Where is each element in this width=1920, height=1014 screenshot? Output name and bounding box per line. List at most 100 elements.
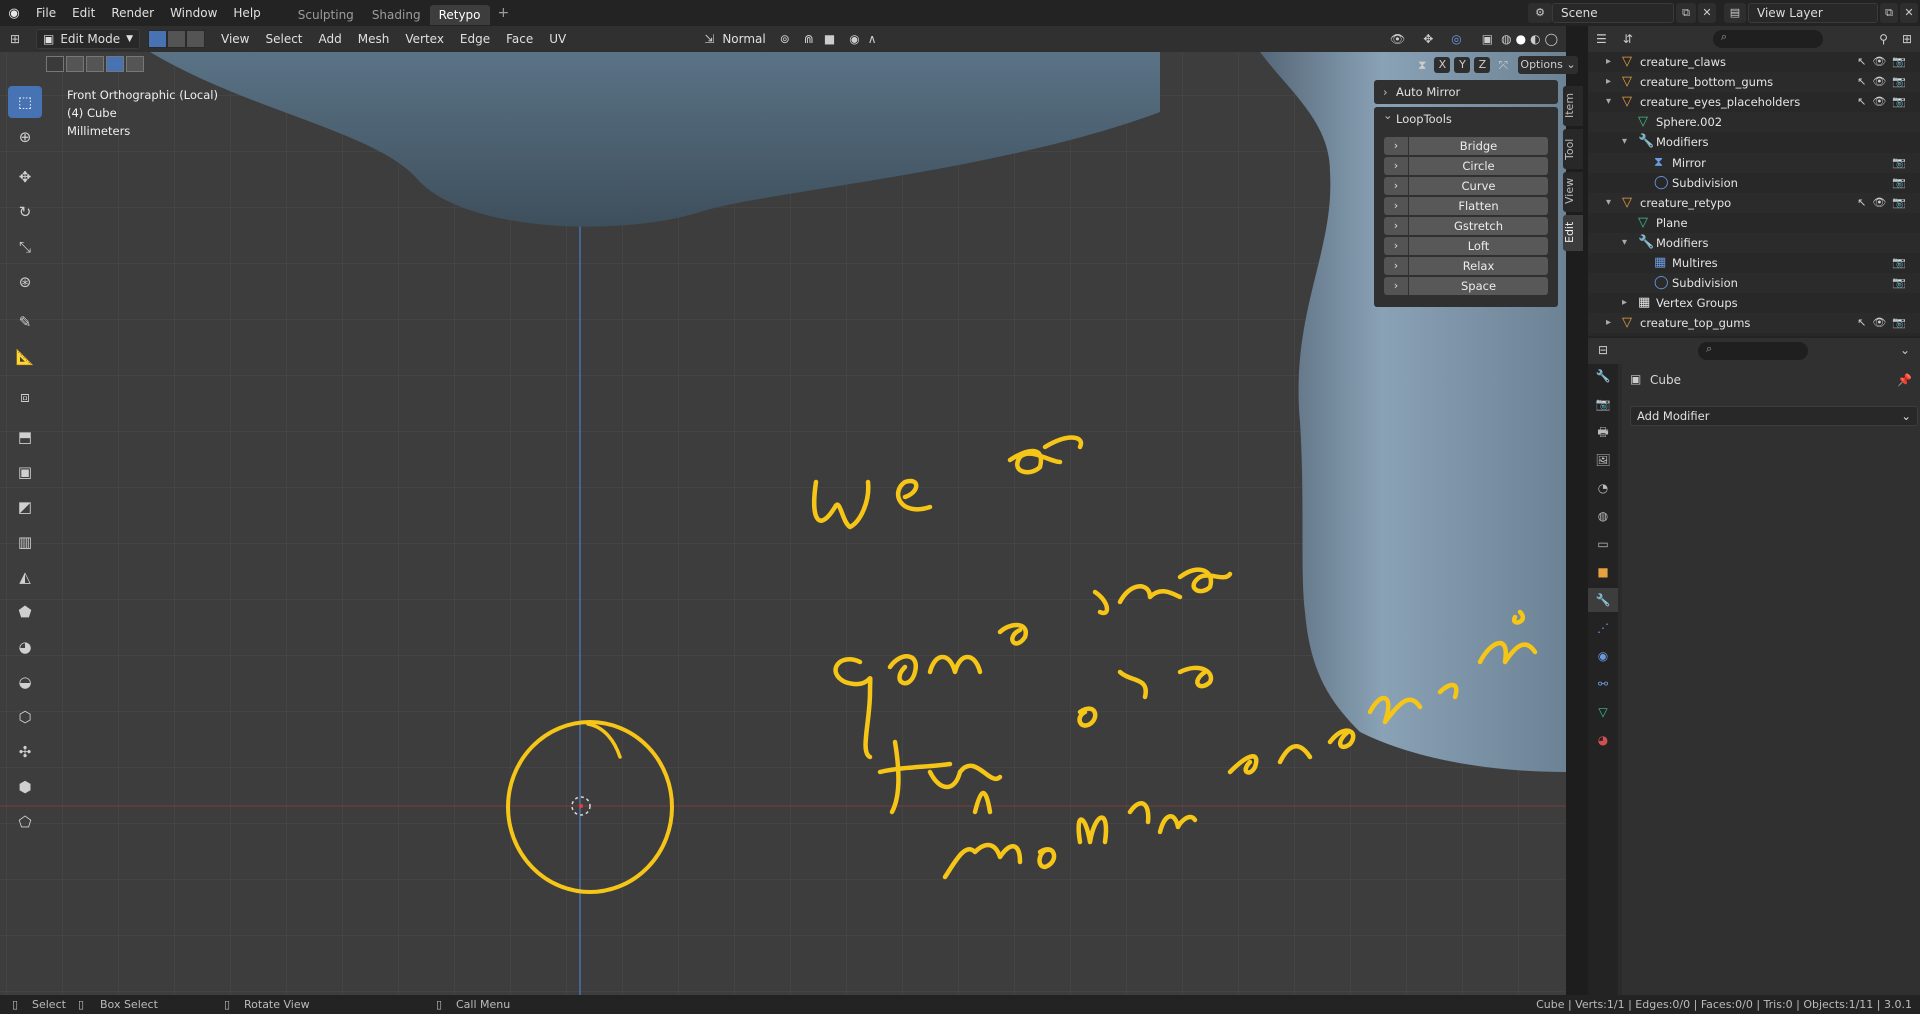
- outliner-row[interactable]: ▦ Multires 📷: [1588, 253, 1920, 273]
- overlay-icon[interactable]: ◎: [1451, 32, 1461, 46]
- looptools-curve[interactable]: › Curve: [1384, 177, 1548, 195]
- snap-target-icon[interactable]: ■: [824, 32, 835, 46]
- circle-button[interactable]: Circle: [1409, 157, 1548, 175]
- axis-y-toggle[interactable]: Y: [1454, 57, 1471, 73]
- expand-toggle-icon[interactable]: ▸: [1622, 293, 1627, 313]
- chevron-right-icon[interactable]: ›: [1384, 177, 1408, 195]
- menu-vertex[interactable]: Vertex: [397, 26, 452, 52]
- new-view-layer-icon[interactable]: ⧉: [1880, 3, 1898, 23]
- menu-select[interactable]: Select: [257, 26, 310, 52]
- looptools-bridge[interactable]: › Bridge: [1384, 137, 1548, 155]
- cursor-tool-icon[interactable]: ⊕: [8, 121, 42, 153]
- options-dropdown[interactable]: Options ⌄: [1518, 56, 1578, 74]
- knife-tool-icon[interactable]: ◭: [8, 561, 42, 593]
- measure-tool-icon[interactable]: 📐: [8, 341, 42, 373]
- output-properties-icon[interactable]: 🖶: [1588, 420, 1618, 444]
- tab-sculpting[interactable]: Sculpting: [289, 5, 363, 25]
- render-toggle-icon[interactable]: 📷: [1892, 273, 1912, 293]
- chevron-right-icon[interactable]: ›: [1384, 237, 1408, 255]
- select-extend-button[interactable]: [66, 56, 84, 72]
- physics-properties-icon[interactable]: ◉: [1588, 644, 1618, 668]
- move-tool-icon[interactable]: ✥: [8, 161, 42, 193]
- view-layer-icon[interactable]: ▤: [1724, 3, 1746, 23]
- outliner-row[interactable]: ▸ ▽ creature_bottom_gums ↖👁📷: [1588, 72, 1920, 93]
- outliner-row[interactable]: ⧗ Mirror 📷: [1588, 152, 1920, 173]
- looptools-gstretch[interactable]: › Gstretch: [1384, 217, 1548, 235]
- solid-shading-icon[interactable]: ●: [1516, 32, 1526, 46]
- outliner-row[interactable]: ▾ ▽ creature_retypo ↖👁📷: [1588, 192, 1920, 213]
- falloff-icon[interactable]: ∧: [868, 32, 877, 46]
- add-cube-tool-icon[interactable]: ⧈: [8, 381, 42, 413]
- editor-type-icon[interactable]: ⊞: [0, 32, 30, 46]
- visibility-toggles[interactable]: ↖👁📷: [1857, 72, 1912, 92]
- pin-icon[interactable]: 📌: [1897, 373, 1912, 387]
- curve-button[interactable]: Curve: [1409, 177, 1548, 195]
- looptools-flatten[interactable]: › Flatten: [1384, 197, 1548, 215]
- expand-toggle-icon[interactable]: ▾: [1622, 233, 1627, 253]
- collection-properties-icon[interactable]: ▭: [1588, 532, 1618, 556]
- visibility-toggles[interactable]: ↖👁📷: [1857, 52, 1912, 72]
- vertex-select-button[interactable]: [148, 30, 167, 48]
- mode-dropdown[interactable]: ▣ Edit Mode ▼: [36, 29, 140, 49]
- flatten-button[interactable]: Flatten: [1409, 197, 1548, 215]
- display-mode-icon[interactable]: ⇵: [1623, 32, 1633, 46]
- material-properties-icon[interactable]: ◕: [1588, 728, 1618, 752]
- menu-uv[interactable]: UV: [541, 26, 574, 52]
- menu-window[interactable]: Window: [162, 0, 225, 26]
- close-scene-icon[interactable]: ✕: [1698, 3, 1716, 23]
- tab-edit[interactable]: Edit: [1563, 215, 1583, 251]
- render-toggle-icon[interactable]: 📷: [1892, 253, 1912, 273]
- properties-editor-icon[interactable]: ⊟: [1598, 343, 1608, 357]
- select-new-button[interactable]: [46, 56, 64, 72]
- expand-toggle-icon[interactable]: ▸: [1606, 72, 1611, 92]
- visibility-icon[interactable]: 👁: [1390, 32, 1405, 46]
- add-workspace-button[interactable]: +: [490, 5, 518, 21]
- visibility-toggles[interactable]: ↖👁📷: [1857, 193, 1912, 213]
- snap-icon[interactable]: ⋒: [804, 32, 814, 46]
- looptools-header[interactable]: LoopTools: [1374, 103, 1558, 131]
- scene-type-icon[interactable]: ⚙: [1528, 3, 1552, 23]
- looptools-space[interactable]: › Space: [1384, 277, 1548, 295]
- visibility-toggles[interactable]: ↖👁📷: [1857, 92, 1912, 112]
- chevron-right-icon[interactable]: ›: [1384, 137, 1408, 155]
- snap-mirror-icon[interactable]: ⤧: [1498, 58, 1508, 73]
- scene-selector[interactable]: Scene: [1552, 3, 1674, 23]
- looptools-circle[interactable]: › Circle: [1384, 157, 1548, 175]
- edge-select-button[interactable]: [167, 30, 186, 48]
- visibility-toggles[interactable]: ↖👁📷: [1857, 313, 1912, 333]
- extrude-tool-icon[interactable]: ⬒: [8, 421, 42, 453]
- material-shading-icon[interactable]: ◐: [1530, 32, 1540, 46]
- expand-toggle-icon[interactable]: ▾: [1606, 193, 1611, 213]
- render-properties-icon[interactable]: 📷: [1588, 392, 1618, 416]
- data-properties-icon[interactable]: ▽: [1588, 700, 1618, 724]
- tab-shading[interactable]: Shading: [363, 5, 430, 25]
- chevron-right-icon[interactable]: ›: [1384, 157, 1408, 175]
- poly-build-tool-icon[interactable]: ⬟: [8, 596, 42, 628]
- inset-tool-icon[interactable]: ▣: [8, 456, 42, 488]
- face-select-button[interactable]: [186, 30, 205, 48]
- xray-icon[interactable]: ▣: [1482, 32, 1493, 46]
- chevron-right-icon[interactable]: ›: [1384, 197, 1408, 215]
- transform-tool-icon[interactable]: ⊛: [8, 266, 42, 298]
- outliner-row[interactable]: ▸ ▽ creature_top_gums ↖👁📷: [1588, 313, 1920, 334]
- annotate-tool-icon[interactable]: ✎: [8, 306, 42, 338]
- gstretch-button[interactable]: Gstretch: [1409, 217, 1548, 235]
- modifier-properties-icon[interactable]: 🔧: [1588, 588, 1618, 612]
- expand-toggle-icon[interactable]: ▸: [1606, 52, 1611, 72]
- view-layer-selector[interactable]: View Layer: [1748, 3, 1878, 23]
- select-subtract-button[interactable]: [86, 56, 104, 72]
- new-collection-icon[interactable]: ⊞: [1902, 32, 1912, 46]
- auto-mirror-header[interactable]: Auto Mirror: [1374, 80, 1558, 104]
- bridge-button[interactable]: Bridge: [1409, 137, 1548, 155]
- object-properties-icon[interactable]: ■: [1588, 560, 1618, 584]
- chevron-right-icon[interactable]: ›: [1384, 257, 1408, 275]
- looptools-loft[interactable]: › Loft: [1384, 237, 1548, 255]
- proportional-edit-icon[interactable]: ◉: [849, 32, 859, 46]
- outliner-row[interactable]: ▾ 🔧 Modifiers: [1588, 232, 1920, 253]
- edge-slide-tool-icon[interactable]: ⬡: [8, 701, 42, 733]
- bevel-tool-icon[interactable]: ◩: [8, 491, 42, 523]
- view-layer-properties-icon[interactable]: 🖼: [1588, 448, 1618, 472]
- menu-file[interactable]: File: [28, 0, 64, 26]
- menu-face[interactable]: Face: [498, 26, 541, 52]
- constraints-properties-icon[interactable]: ⚯: [1588, 672, 1618, 696]
